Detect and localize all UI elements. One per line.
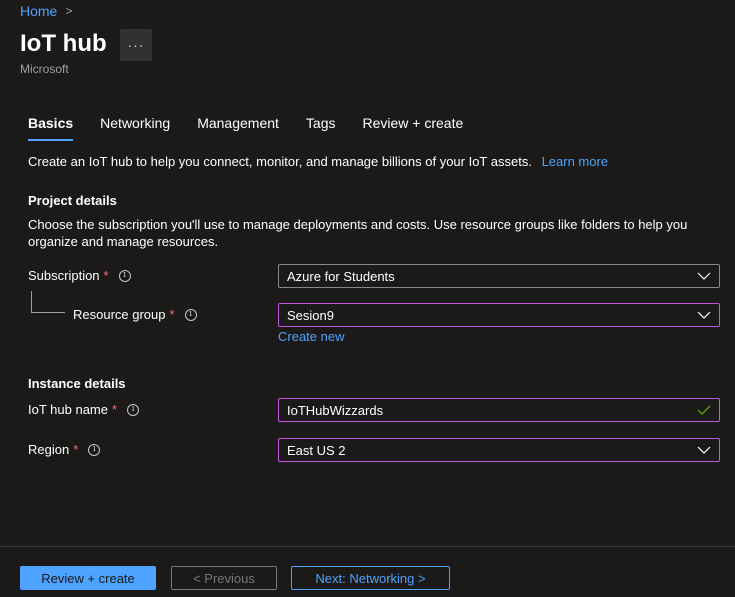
region-value: East US 2 — [287, 442, 346, 458]
page-title: IoT hub — [20, 30, 107, 57]
checkmark-icon — [697, 405, 711, 415]
info-icon[interactable]: i — [184, 308, 197, 321]
breadcrumb-home-link[interactable]: Home — [20, 3, 57, 19]
resource-group-label: Resource group * i — [73, 307, 197, 322]
chevron-down-icon — [697, 446, 711, 454]
region-label: Region * i — [28, 442, 101, 457]
intro-description: Create an IoT hub to help you connect, m… — [28, 154, 532, 169]
instance-details-heading: Instance details — [28, 376, 126, 391]
subscription-value: Azure for Students — [287, 268, 395, 284]
info-icon[interactable]: i — [118, 269, 131, 282]
hub-name-input[interactable]: IoTHubWizzards — [278, 398, 720, 422]
project-details-description: Choose the subscription you'll use to ma… — [28, 217, 688, 249]
breadcrumb-chevron-icon: > — [65, 4, 73, 18]
hub-name-label-text: IoT hub name — [28, 402, 108, 417]
resource-group-label-text: Resource group — [73, 307, 166, 322]
hub-name-label: IoT hub name * i — [28, 402, 140, 417]
tab-management[interactable]: Management — [197, 115, 279, 141]
tab-tags[interactable]: Tags — [306, 115, 336, 141]
tab-review-create[interactable]: Review + create — [362, 115, 463, 141]
tree-connector-horizontal — [31, 312, 65, 313]
wizard-tabs: Basics Networking Management Tags Review… — [28, 115, 490, 141]
required-asterisk: * — [103, 268, 109, 283]
tab-basics[interactable]: Basics — [28, 115, 74, 141]
iot-hub-create-page: Home > IoT hub ··· Microsoft Basics Netw… — [0, 0, 735, 597]
intro-text: Create an IoT hub to help you connect, m… — [28, 154, 608, 169]
next-networking-button[interactable]: Next: Networking > — [291, 566, 450, 590]
required-asterisk: * — [111, 402, 118, 417]
info-icon[interactable]: i — [127, 403, 140, 416]
region-label-text: Region — [28, 442, 70, 457]
region-dropdown[interactable]: East US 2 — [278, 438, 720, 462]
resource-group-value: Sesion9 — [287, 307, 334, 323]
chevron-down-icon — [697, 272, 711, 280]
more-options-button[interactable]: ··· — [120, 29, 152, 61]
info-icon[interactable]: i — [88, 443, 101, 456]
tab-networking[interactable]: Networking — [100, 115, 170, 141]
subscription-label-text: Subscription — [28, 268, 100, 283]
tree-connector-vertical — [31, 291, 32, 312]
chevron-down-icon — [697, 311, 711, 319]
project-details-heading: Project details — [28, 193, 117, 208]
subscription-label: Subscription * i — [28, 268, 131, 283]
learn-more-link[interactable]: Learn more — [542, 154, 608, 169]
breadcrumb: Home > — [20, 3, 72, 19]
hub-name-value: IoTHubWizzards — [287, 402, 384, 418]
resource-group-dropdown[interactable]: Sesion9 — [278, 303, 720, 327]
review-create-button[interactable]: Review + create — [20, 566, 156, 590]
previous-button[interactable]: < Previous — [171, 566, 277, 590]
page-subtitle: Microsoft — [20, 62, 69, 76]
create-new-resource-group-link[interactable]: Create new — [278, 329, 344, 344]
footer-divider — [0, 546, 735, 547]
subscription-dropdown[interactable]: Azure for Students — [278, 264, 720, 288]
required-asterisk: * — [169, 307, 175, 322]
required-asterisk: * — [73, 442, 79, 457]
